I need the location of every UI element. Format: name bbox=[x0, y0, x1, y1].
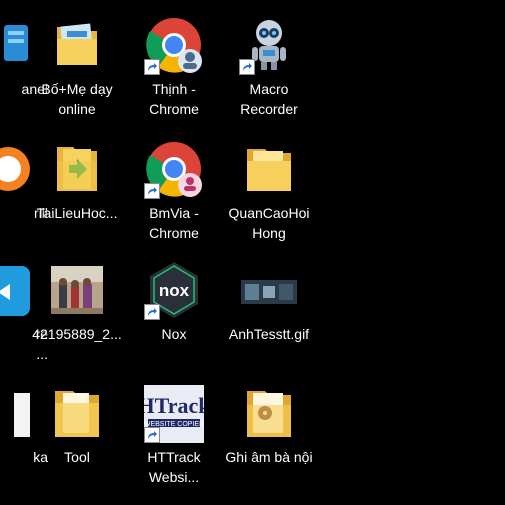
desktop-icon-tool[interactable]: Tool bbox=[29, 383, 125, 467]
shortcut-arrow-icon bbox=[239, 59, 255, 75]
chrome-icon bbox=[144, 15, 204, 75]
desktop-icon-httrack[interactable]: HTrack WEBSITE COPIER HTTrack Websi... bbox=[126, 383, 222, 487]
folder-icon bbox=[47, 383, 107, 443]
control-panel-icon bbox=[0, 15, 30, 75]
desktop-icon-bo-me-day-online[interactable]: Bố+Mẹ dạy online bbox=[29, 15, 125, 119]
icon-label: Bố+Mẹ dạy online bbox=[41, 81, 113, 117]
desktop: anel Bố+Mẹ dạy online Thịnh - Chrome Mac… bbox=[0, 0, 505, 505]
chrome-icon bbox=[144, 139, 204, 199]
shortcut-arrow-icon bbox=[144, 427, 160, 443]
nox-icon: nox bbox=[144, 260, 204, 320]
folder-icon bbox=[47, 139, 107, 199]
desktop-icon-tailieuhoc[interactable]: TaiLieuHoc... bbox=[29, 139, 125, 223]
icon-label: HTTrack Websi... bbox=[147, 449, 201, 485]
icon-label: AnhTesstt.gif bbox=[228, 326, 310, 342]
desktop-icon-anhtesstt-gif[interactable]: AnhTesstt.gif bbox=[221, 260, 317, 344]
robot-icon bbox=[239, 15, 299, 75]
desktop-icon-bmvia-chrome[interactable]: BmVia - Chrome bbox=[126, 139, 222, 243]
app-icon bbox=[0, 260, 30, 320]
httrack-icon: HTrack WEBSITE COPIER bbox=[138, 383, 211, 443]
icon-label: BmVia - Chrome bbox=[149, 205, 199, 241]
desktop-icon-quancaohoihong[interactable]: QuanCaoHoi Hong bbox=[221, 139, 317, 243]
desktop-icon-42195889[interactable]: 42195889_2... bbox=[29, 260, 125, 344]
desktop-icon-macro-recorder[interactable]: Macro Recorder bbox=[221, 15, 317, 119]
shortcut-arrow-icon bbox=[144, 59, 160, 75]
shortcut-arrow-icon bbox=[144, 304, 160, 320]
desktop-icon-thinh-chrome[interactable]: Thịnh - Chrome bbox=[126, 15, 222, 119]
icon-label: TaiLieuHoc... bbox=[36, 205, 118, 221]
svg-text:HTrack: HTrack bbox=[144, 393, 204, 418]
desktop-icon-ghi-am-ba-noi[interactable]: Ghi âm bà nội bbox=[221, 383, 317, 467]
image-file-icon bbox=[239, 260, 299, 320]
icon-label: 42195889_2... bbox=[32, 326, 122, 342]
photo-icon bbox=[47, 260, 107, 320]
svg-text:nox: nox bbox=[159, 281, 190, 300]
shortcut-arrow-icon bbox=[144, 183, 160, 199]
icon-label: Nox bbox=[161, 326, 187, 342]
desktop-icon-nox[interactable]: nox Nox bbox=[126, 260, 222, 344]
folder-icon bbox=[239, 383, 299, 443]
icon-label: Thịnh - Chrome bbox=[149, 81, 199, 117]
icon-label: Ghi âm bà nội bbox=[225, 449, 313, 465]
file-icon bbox=[0, 383, 30, 443]
icon-label: QuanCaoHoi Hong bbox=[228, 205, 310, 241]
folder-icon bbox=[239, 139, 299, 199]
app-icon bbox=[0, 139, 30, 199]
icon-label: Tool bbox=[64, 449, 90, 465]
icon-label: Macro Recorder bbox=[240, 81, 298, 117]
folder-icon bbox=[47, 15, 107, 75]
